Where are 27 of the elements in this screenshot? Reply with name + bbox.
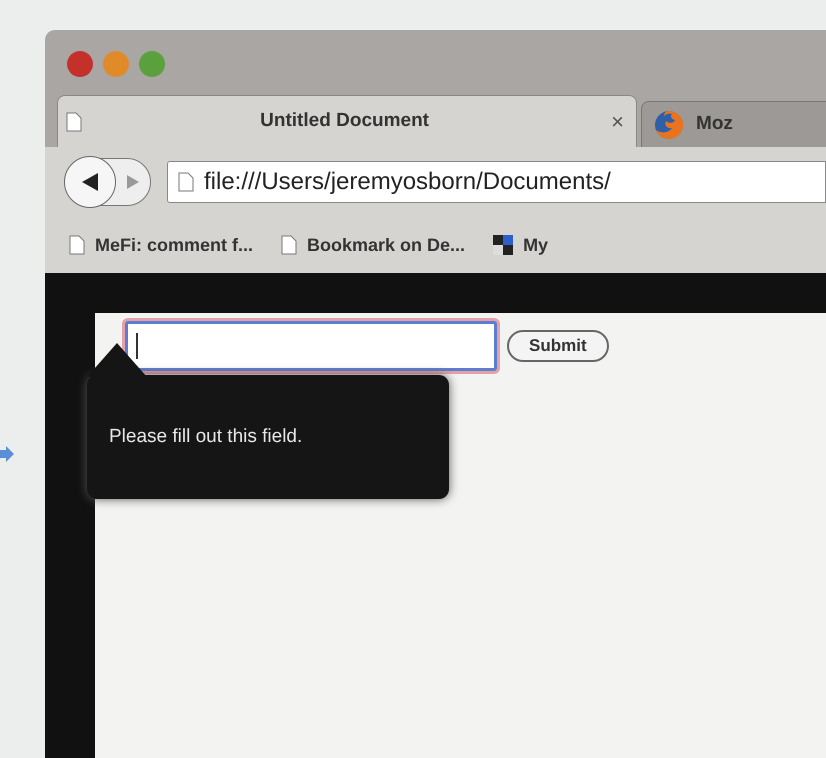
grid-icon <box>493 235 514 255</box>
address-text: file:///Users/jeremyosborn/Documents/ <box>204 167 611 197</box>
browser-tab[interactable]: Moz <box>641 101 826 147</box>
tab-title: Untitled Document <box>259 109 430 134</box>
back-button[interactable] <box>64 156 116 208</box>
bookmark-label: MeFi: comment f... <box>95 234 254 256</box>
text-input-field[interactable] <box>125 321 497 371</box>
tooltip-text: Please fill out this field. <box>109 424 302 449</box>
back-icon <box>82 173 98 191</box>
close-window-button[interactable] <box>67 51 93 77</box>
forward-icon <box>127 175 139 189</box>
bookmark-item[interactable]: MeFi: comment f... <box>69 232 254 258</box>
page-icon <box>281 235 298 255</box>
bookmark-label: Bookmark on De... <box>307 234 466 256</box>
submit-button[interactable]: Submit <box>507 330 609 362</box>
address-bar[interactable]: file:///Users/jeremyosborn/Documents/ <box>167 161 826 203</box>
bookmark-label: My <box>523 234 548 257</box>
arrow-icon <box>0 446 14 462</box>
page-icon <box>69 235 85 255</box>
browser-tab[interactable]: Untitled Document × <box>57 95 637 147</box>
page-icon <box>178 172 194 192</box>
page-icon <box>66 112 82 132</box>
tab-title: Moz <box>696 112 733 136</box>
tab-close-button[interactable]: × <box>607 105 628 138</box>
globe-icon <box>654 110 684 140</box>
bookmark-item[interactable]: My <box>493 232 548 258</box>
bookmark-item[interactable]: Bookmark on De... <box>281 232 466 258</box>
